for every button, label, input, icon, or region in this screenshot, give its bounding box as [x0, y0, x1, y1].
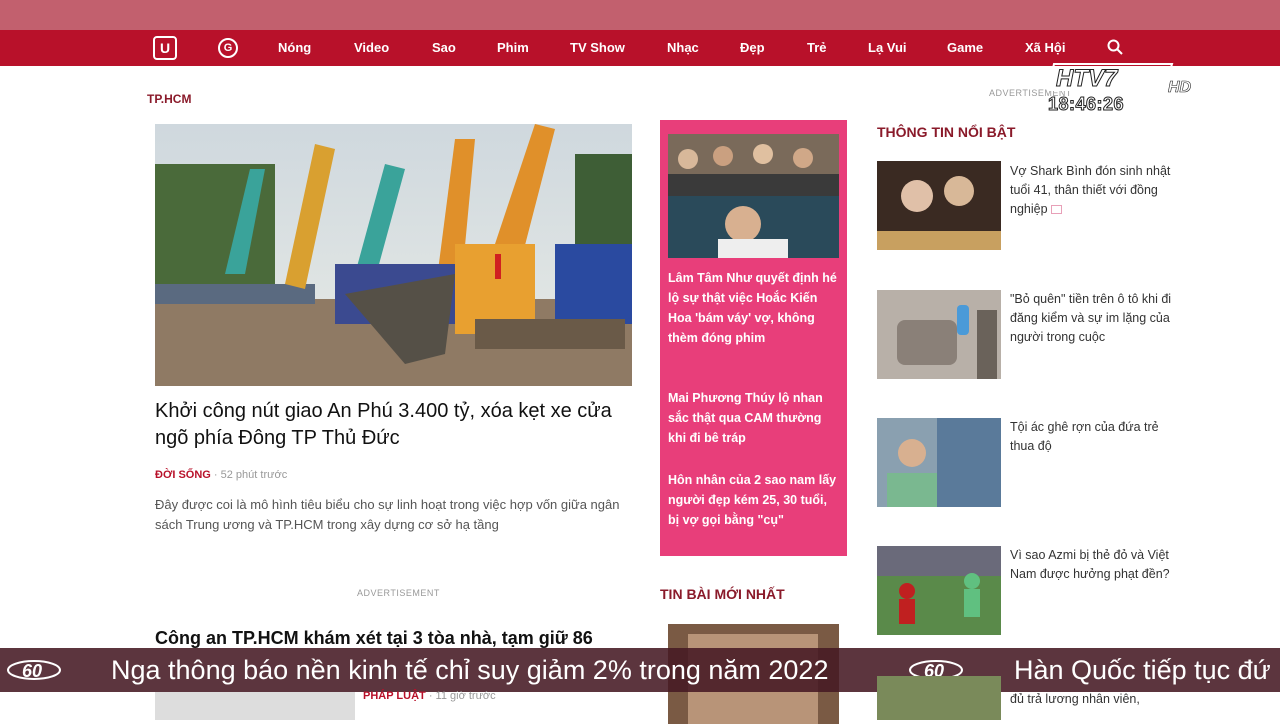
highlight-thumb-1[interactable]: [877, 161, 1001, 250]
highlight-text-1[interactable]: Vợ Shark Bình đón sinh nhật tuổi 41, thâ…: [1010, 162, 1180, 219]
htv7-channel-logo-icon: HTV7 HD: [1048, 63, 1192, 96]
top-strip: [0, 0, 1280, 30]
nav-item-nhac[interactable]: Nhạc: [667, 40, 699, 55]
highlight-thumb-3[interactable]: [877, 418, 1001, 507]
channel-hd-label: HD: [1168, 79, 1192, 96]
nav-item-dep[interactable]: Đẹp: [740, 40, 765, 55]
story2-category[interactable]: PHÁP LUẬT: [363, 690, 426, 702]
search-icon[interactable]: [1106, 38, 1124, 56]
nav-item-sao[interactable]: Sao: [432, 40, 456, 55]
hero-image[interactable]: [155, 124, 632, 386]
highlight-text-3[interactable]: Tội ác ghê rợn của đứa trẻ thua độ: [1010, 418, 1180, 456]
nav-item-phim[interactable]: Phim: [497, 40, 529, 55]
hero-category[interactable]: ĐỜI SỐNG: [155, 469, 211, 481]
site-logo-icon[interactable]: U: [153, 36, 177, 60]
highlight-text-4[interactable]: Vì sao Azmi bị thẻ đỏ và Việt Nam được h…: [1010, 546, 1180, 584]
section-label[interactable]: TP.HCM: [147, 92, 191, 106]
news-ticker: 60 Nga thông báo nền kinh tế chỉ suy giả…: [0, 648, 1280, 692]
story2-meta: PHÁP LUẬT · 11 giờ trước: [363, 690, 496, 702]
highlight-text-2[interactable]: "Bỏ quên" tiền trên ô tô khi đi đăng kiể…: [1010, 290, 1180, 347]
nav-item-video[interactable]: Video: [354, 40, 389, 55]
featured-pink-box: Lâm Tâm Như quyết định hé lộ sự thật việ…: [660, 120, 847, 556]
broadcast-clock: 18:46:26: [1047, 94, 1125, 115]
nav-item-tre[interactable]: Trẻ: [807, 40, 827, 55]
ticker-headline-2: Hàn Quốc tiếp tục đứ: [1014, 655, 1271, 685]
ticker-logo-icon: 60: [7, 660, 61, 681]
photo-icon: [1050, 205, 1062, 215]
nav-item-tv-show[interactable]: TV Show: [570, 40, 625, 55]
hero-meta: ĐỜI SỐNG · 52 phút trước: [155, 469, 288, 481]
ad-label-main: ADVERTISEMENT: [357, 588, 440, 598]
svg-text:60: 60: [22, 661, 42, 681]
pink-item-1[interactable]: Lâm Tâm Như quyết định hé lộ sự thật việ…: [668, 268, 840, 348]
pink-box-image[interactable]: [668, 134, 839, 258]
highlight-text-5[interactable]: đủ trả lương nhân viên,: [1010, 692, 1180, 706]
channel-icon[interactable]: G: [218, 38, 238, 58]
nav-item-game[interactable]: Game: [947, 40, 983, 55]
hero-time: 52 phút trước: [220, 469, 288, 481]
ticker-headline-1: Nga thông báo nền kinh tế chỉ suy giảm 2…: [111, 655, 829, 685]
nav-item-la-vui[interactable]: Lạ Vui: [868, 40, 907, 55]
highlight-thumb-2[interactable]: [877, 290, 1001, 379]
nav-item-xa-hoi[interactable]: Xã Hội: [1025, 40, 1065, 55]
pink-item-2[interactable]: Mai Phương Thúy lộ nhan sắc thật qua CAM…: [668, 388, 840, 448]
highlights-heading: THÔNG TIN NỔI BẬT: [877, 124, 1016, 140]
hero-headline[interactable]: Khởi công nút giao An Phú 3.400 tỷ, xóa …: [155, 398, 625, 452]
story2-thumbnail[interactable]: [155, 692, 355, 720]
pink-item-3[interactable]: Hôn nhân của 2 sao nam lấy người đẹp kém…: [668, 470, 840, 530]
story2-time: 11 giờ trước: [435, 690, 496, 702]
latest-news-heading: TIN BÀI MỚI NHẤT: [660, 586, 785, 602]
channel-name: HTV7: [1056, 65, 1119, 92]
hero-description: Đây được coi là mô hình tiêu biểu cho sự…: [155, 497, 620, 532]
highlight-thumb-5[interactable]: [877, 676, 1001, 720]
highlight-thumb-4[interactable]: [877, 546, 1001, 635]
nav-item-nong[interactable]: Nóng: [278, 40, 311, 55]
